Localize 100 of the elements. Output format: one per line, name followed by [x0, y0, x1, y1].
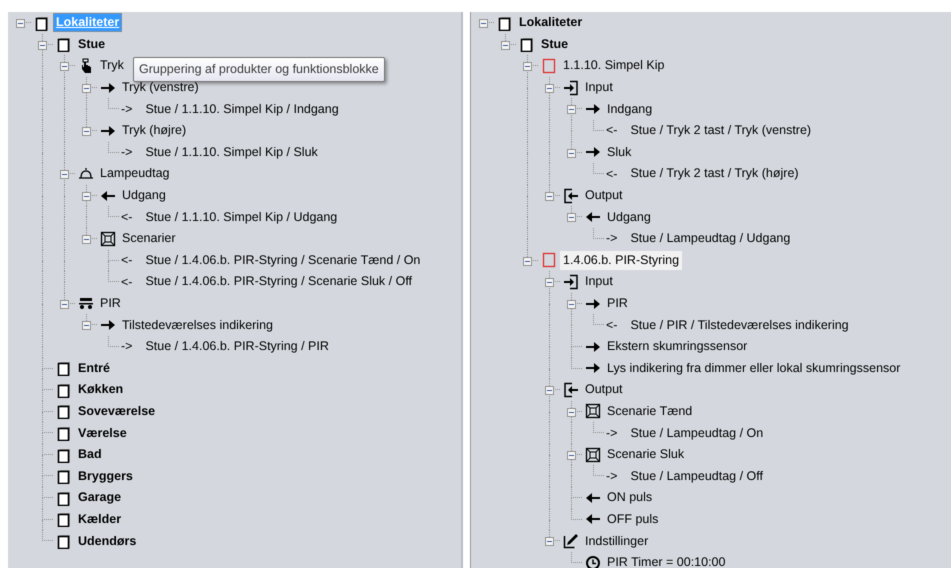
link-path[interactable]: Stue / 1.4.06.b. PIR-Styring / Scenarie Tænd / On [142, 250, 424, 270]
tree-item[interactable]: Lampeudtag [97, 164, 173, 184]
tree-item[interactable]: Lys indikering fra dimmer eller lokal skumringssensor [604, 358, 904, 378]
room-icon [56, 533, 72, 550]
tree-item[interactable]: ON puls [604, 488, 656, 508]
tree-item[interactable]: Tilstedeværelses indikering [119, 316, 276, 335]
tree-item[interactable]: Indstillinger [582, 532, 652, 551]
tree-item[interactable]: Bad [75, 445, 105, 464]
link-path[interactable]: Stue / 1.4.06.b. PIR-Styring / PIR [142, 337, 332, 356]
scene-icon [100, 230, 116, 247]
collapse-button[interactable] [545, 192, 554, 201]
room-icon [56, 446, 72, 463]
collapse-button[interactable] [545, 278, 554, 288]
tree-item[interactable]: Stue [75, 34, 108, 54]
link-arrow: <- [606, 166, 618, 183]
tooltip: Gruppering af produkter og funktionsblokke [133, 57, 385, 82]
link-path[interactable]: Stue / 1.1.10. Simpel Kip / Udgang [142, 208, 340, 227]
collapse-button[interactable] [82, 321, 91, 330]
collapse-button[interactable] [60, 170, 69, 180]
room-icon [56, 468, 72, 484]
link-path[interactable]: Stue / Tryk 2 tast / Tryk (venstre) [627, 121, 814, 140]
collapse-button[interactable] [523, 62, 532, 72]
tree-item[interactable]: Udgang [604, 208, 654, 227]
tree-item[interactable]: PIR [97, 294, 124, 314]
room-icon [56, 490, 72, 506]
tree-item[interactable]: Lokaliteter [516, 13, 586, 32]
link-path[interactable]: Stue / Lampeudtag / Udgang [627, 229, 794, 248]
output-icon [563, 382, 579, 398]
room-icon [519, 36, 535, 52]
tree-item[interactable]: Bryggers [75, 466, 136, 486]
link-arrow: -> [606, 230, 618, 248]
tree-item[interactable]: Tryk (højre) [119, 121, 190, 140]
collapse-button[interactable] [567, 300, 576, 309]
tree-item[interactable]: Scenarie Sluk [604, 445, 688, 464]
link-path[interactable]: Stue / 1.1.10. Simpel Kip / Sluk [142, 142, 321, 162]
tree-item[interactable]: Ekstern skumringssensor [604, 337, 750, 356]
collapse-button[interactable] [501, 40, 510, 50]
tree-item[interactable]: Input [582, 78, 616, 98]
link-arrow: <- [121, 274, 132, 291]
room-icon [56, 36, 72, 52]
tree-item[interactable]: Output [582, 186, 626, 206]
room-icon [34, 14, 50, 31]
link-path[interactable]: Stue / Lampeudtag / On [627, 424, 766, 443]
room-icon [56, 425, 72, 442]
tree-item[interactable]: Input [582, 272, 616, 292]
collapse-button[interactable] [567, 148, 576, 158]
tree-item[interactable]: PIR [604, 294, 631, 314]
room-icon [56, 360, 72, 376]
tree-item[interactable]: Sluk [604, 142, 634, 162]
block-icon [541, 252, 557, 268]
link-path[interactable]: Stue / PIR / Tilstedeværelses indikering [627, 316, 852, 335]
tree-item[interactable]: PIR Timer = 00:10:00 [604, 553, 728, 568]
collapse-button[interactable] [38, 40, 47, 50]
room-icon [497, 14, 513, 31]
tree-item[interactable]: Udgang [119, 186, 169, 206]
collapse-button[interactable] [545, 84, 554, 93]
collapse-button[interactable] [523, 256, 532, 266]
tree-item[interactable]: Soveværelse [75, 402, 158, 421]
link-path[interactable]: Stue / Lampeudtag / Off [627, 466, 766, 486]
link-path[interactable]: Stue / Tryk 2 tast / Tryk (højre) [627, 164, 802, 184]
collapse-button[interactable] [16, 19, 25, 28]
scene-icon [585, 446, 601, 463]
collapse-button[interactable] [82, 192, 91, 201]
collapse-button[interactable] [545, 537, 554, 546]
collapse-button[interactable] [567, 105, 576, 114]
tree-item[interactable]: Garage [75, 488, 124, 508]
link-path[interactable]: Stue / 1.4.06.b. PIR-Styring / Scenarie Sluk / Off [142, 272, 416, 292]
tree-item[interactable]: Output [582, 380, 626, 400]
link-arrow: <- [121, 252, 132, 269]
tree-item[interactable]: 1.1.10. Simpel Kip [560, 56, 668, 76]
tree-item[interactable]: OFF puls [604, 510, 662, 529]
link-path[interactable]: Stue / 1.1.10. Simpel Kip / Indgang [142, 100, 342, 119]
tree-item[interactable]: Entré [75, 358, 113, 378]
tree-item[interactable]: 1.4.06.b. PIR-Styring [560, 250, 682, 270]
collapse-button[interactable] [82, 234, 91, 244]
room-icon [56, 511, 72, 528]
collapse-button[interactable] [567, 450, 576, 460]
collapse-button[interactable] [567, 213, 576, 222]
tree-item[interactable]: Stue [538, 34, 572, 54]
link-arrow: -> [121, 338, 132, 356]
collapse-button[interactable] [567, 408, 576, 417]
tree-item[interactable]: Værelse [75, 424, 130, 443]
tree-item[interactable]: Kælder [75, 510, 124, 529]
collapse-button[interactable] [60, 62, 69, 72]
collapse-button[interactable] [82, 84, 91, 93]
tree-item[interactable]: Scenarie Tænd [604, 402, 696, 421]
tree-item[interactable]: Indgang [604, 100, 656, 119]
link-arrow: <- [121, 208, 132, 226]
tree-item[interactable]: Udendørs [75, 532, 140, 551]
tree-item[interactable]: Køkken [75, 380, 126, 400]
tree-item[interactable]: Scenarier [119, 229, 178, 248]
collapse-button[interactable] [545, 386, 554, 396]
output-icon [563, 188, 579, 204]
collapse-button[interactable] [82, 126, 91, 136]
room-icon [56, 382, 72, 398]
tree-item[interactable]: Tryk [97, 56, 127, 76]
clock-icon [585, 554, 601, 568]
collapse-button[interactable] [479, 19, 488, 28]
collapse-button[interactable] [60, 300, 69, 309]
link-arrow: <- [606, 316, 618, 334]
